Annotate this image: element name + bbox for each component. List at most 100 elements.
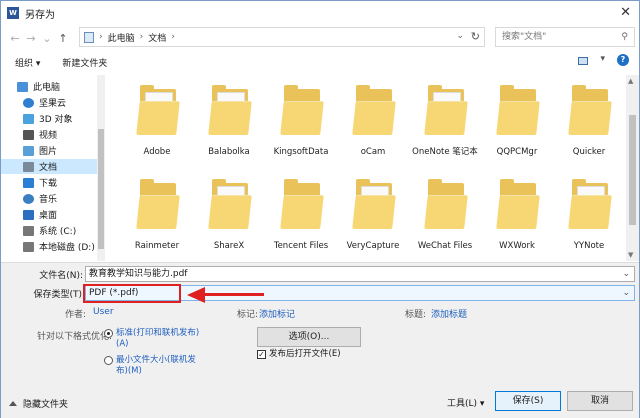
recent-locations-button[interactable]: ⌄ (39, 32, 55, 45)
sidebar-item-jianguoyun[interactable]: 坚果云 (1, 95, 97, 110)
folder-name: OneNote 笔记本 (412, 147, 478, 157)
back-button[interactable]: ← (7, 32, 23, 45)
chevron-down-icon[interactable]: ⌄ (622, 286, 630, 300)
organize-button[interactable]: 组织 ▾ (15, 56, 40, 69)
folder-icon (280, 81, 324, 139)
view-dropdown-button[interactable]: ▾ (600, 54, 605, 66)
document-icon (23, 161, 34, 172)
folder-item[interactable]: YYNote (554, 173, 624, 261)
desktop-icon (23, 209, 34, 220)
folder-icon (496, 81, 540, 139)
open-after-publish-label[interactable]: 发布后打开文件(E) (269, 349, 341, 360)
folder-item[interactable]: Rainmeter (122, 173, 192, 261)
new-folder-button[interactable]: 新建文件夹 (62, 56, 107, 69)
close-button[interactable]: ✕ (620, 5, 631, 20)
folder-icon (568, 81, 612, 139)
folder-item[interactable]: Balabolka (194, 79, 264, 167)
sidebar-item-this-pc[interactable]: 此电脑 (1, 79, 97, 94)
sidebar-item-label: 此电脑 (33, 83, 61, 93)
hide-folders-label: 隐藏文件夹 (23, 400, 69, 410)
sidebar-scrollbar[interactable] (97, 75, 105, 261)
optimize-standard-radio[interactable] (104, 329, 113, 338)
save-button[interactable]: 保存(S) (495, 391, 561, 411)
sidebar-item-videos[interactable]: 视频 (1, 127, 97, 142)
folder-item[interactable]: OneNote 笔记本 (410, 79, 480, 167)
refresh-icon[interactable]: ↻ (471, 30, 480, 43)
folder-item[interactable]: Tencent Files (266, 173, 336, 261)
breadcrumb-this-pc[interactable]: 此电脑 (108, 31, 135, 44)
sidebar-item-label: 图片 (39, 147, 58, 157)
breadcrumb-documents[interactable]: 文档 (148, 31, 166, 44)
add-title-link[interactable]: 添加标题 (431, 307, 467, 320)
folder-item[interactable]: WXWork (482, 173, 552, 261)
file-list-scrollbar[interactable]: ▲ ▼ (626, 75, 639, 261)
chevron-down-icon[interactable]: ⌄ (622, 267, 630, 281)
video-icon (23, 129, 34, 140)
folder-item[interactable]: Adobe (122, 79, 192, 167)
folder-name: VeryCapture (346, 241, 400, 251)
search-placeholder: 搜索"文档" (502, 32, 547, 42)
folder-item[interactable]: Quicker (554, 79, 624, 167)
sidebar-item-music[interactable]: 音乐 (1, 191, 97, 206)
scrollbar-thumb[interactable] (98, 129, 104, 249)
save-options-panel: 文件名(N): 教育教学知识与能力.pdf ⌄ 保存类型(T): PDF (*.… (1, 262, 639, 418)
folder-name: Quicker (572, 147, 606, 157)
sidebar-item-3d-objects[interactable]: 3D 对象 (1, 111, 97, 126)
help-icon[interactable]: ? (617, 54, 629, 66)
folder-item[interactable]: ShareX (194, 173, 264, 261)
sidebar-item-pictures[interactable]: 图片 (1, 143, 97, 158)
folder-icon (136, 81, 180, 139)
sidebar-item-drive-c[interactable]: 系统 (C:) (1, 223, 97, 238)
folder-item[interactable]: WeChat Files (410, 173, 480, 261)
hide-folders-toggle[interactable]: 隐藏文件夹 (9, 397, 68, 410)
author-value[interactable]: User (93, 307, 114, 317)
chevron-right-icon: › (99, 32, 103, 42)
folder-name: Balabolka (208, 147, 250, 157)
toolbar: 组织 ▾ 新建文件夹 ▾ ? (1, 51, 639, 73)
sidebar-item-downloads[interactable]: 下载 (1, 175, 97, 190)
optimize-minimum-label[interactable]: 最小文件大小(联机发布)(M) (116, 355, 206, 377)
filename-input[interactable]: 教育教学知识与能力.pdf ⌄ (85, 266, 635, 282)
folder-name: ShareX (213, 241, 245, 251)
chevron-down-icon[interactable]: ⌄ (456, 31, 464, 41)
folder-icon (136, 175, 180, 233)
folder-item[interactable]: KingsoftData (266, 79, 336, 167)
sidebar-item-drive-d[interactable]: 本地磁盘 (D:) (1, 239, 97, 254)
folder-item[interactable]: oCam (338, 79, 408, 167)
add-tags-link[interactable]: 添加标记 (259, 307, 295, 320)
folder-name: YYNote (573, 241, 605, 251)
annotation-arrow-line (204, 293, 264, 296)
sidebar-item-label: 坚果云 (39, 99, 67, 109)
folder-name: Tencent Files (273, 241, 329, 251)
view-options-icon[interactable] (578, 57, 589, 65)
cancel-button[interactable]: 取消 (567, 391, 633, 411)
chevron-right-icon: › (171, 32, 175, 42)
scroll-down-icon[interactable]: ▼ (628, 251, 633, 259)
search-icon[interactable]: ⚲ (621, 28, 628, 46)
sidebar-item-label: 桌面 (39, 211, 58, 221)
folder-name: WXWork (499, 241, 535, 251)
sidebar-item-documents[interactable]: 文档 (1, 159, 97, 174)
folder-item[interactable]: VeryCapture (338, 173, 408, 261)
title-label: 标题: (405, 310, 427, 320)
open-after-publish-checkbox[interactable]: ✓ (257, 350, 266, 359)
scroll-up-icon[interactable]: ▲ (628, 77, 633, 85)
sidebar-item-desktop[interactable]: 桌面 (1, 207, 97, 222)
tools-menu-button[interactable]: 工具(L) ▾ (447, 396, 484, 409)
folder-icon (280, 175, 324, 233)
sidebar-item-label: 视频 (39, 131, 58, 141)
folder-item[interactable]: QQPCMgr (482, 79, 552, 167)
optimize-standard-label[interactable]: 标准(打印和联机发布)(A) (116, 328, 206, 350)
chevron-up-icon (9, 401, 17, 406)
up-button[interactable]: ↑ (55, 32, 71, 45)
chevron-right-icon: › (139, 32, 144, 42)
cloud-icon (23, 97, 34, 108)
address-bar[interactable]: › 此电脑 › 文档 › ⌄ ↻ (79, 27, 485, 47)
folder-icon (424, 81, 468, 139)
scrollbar-thumb[interactable] (629, 115, 636, 225)
forward-button[interactable]: → (23, 32, 39, 45)
options-button[interactable]: 选项(O)... (257, 327, 361, 347)
search-input[interactable]: 搜索"文档" ⚲ (495, 27, 635, 47)
music-icon (23, 193, 34, 204)
optimize-minimum-radio[interactable] (104, 356, 113, 365)
